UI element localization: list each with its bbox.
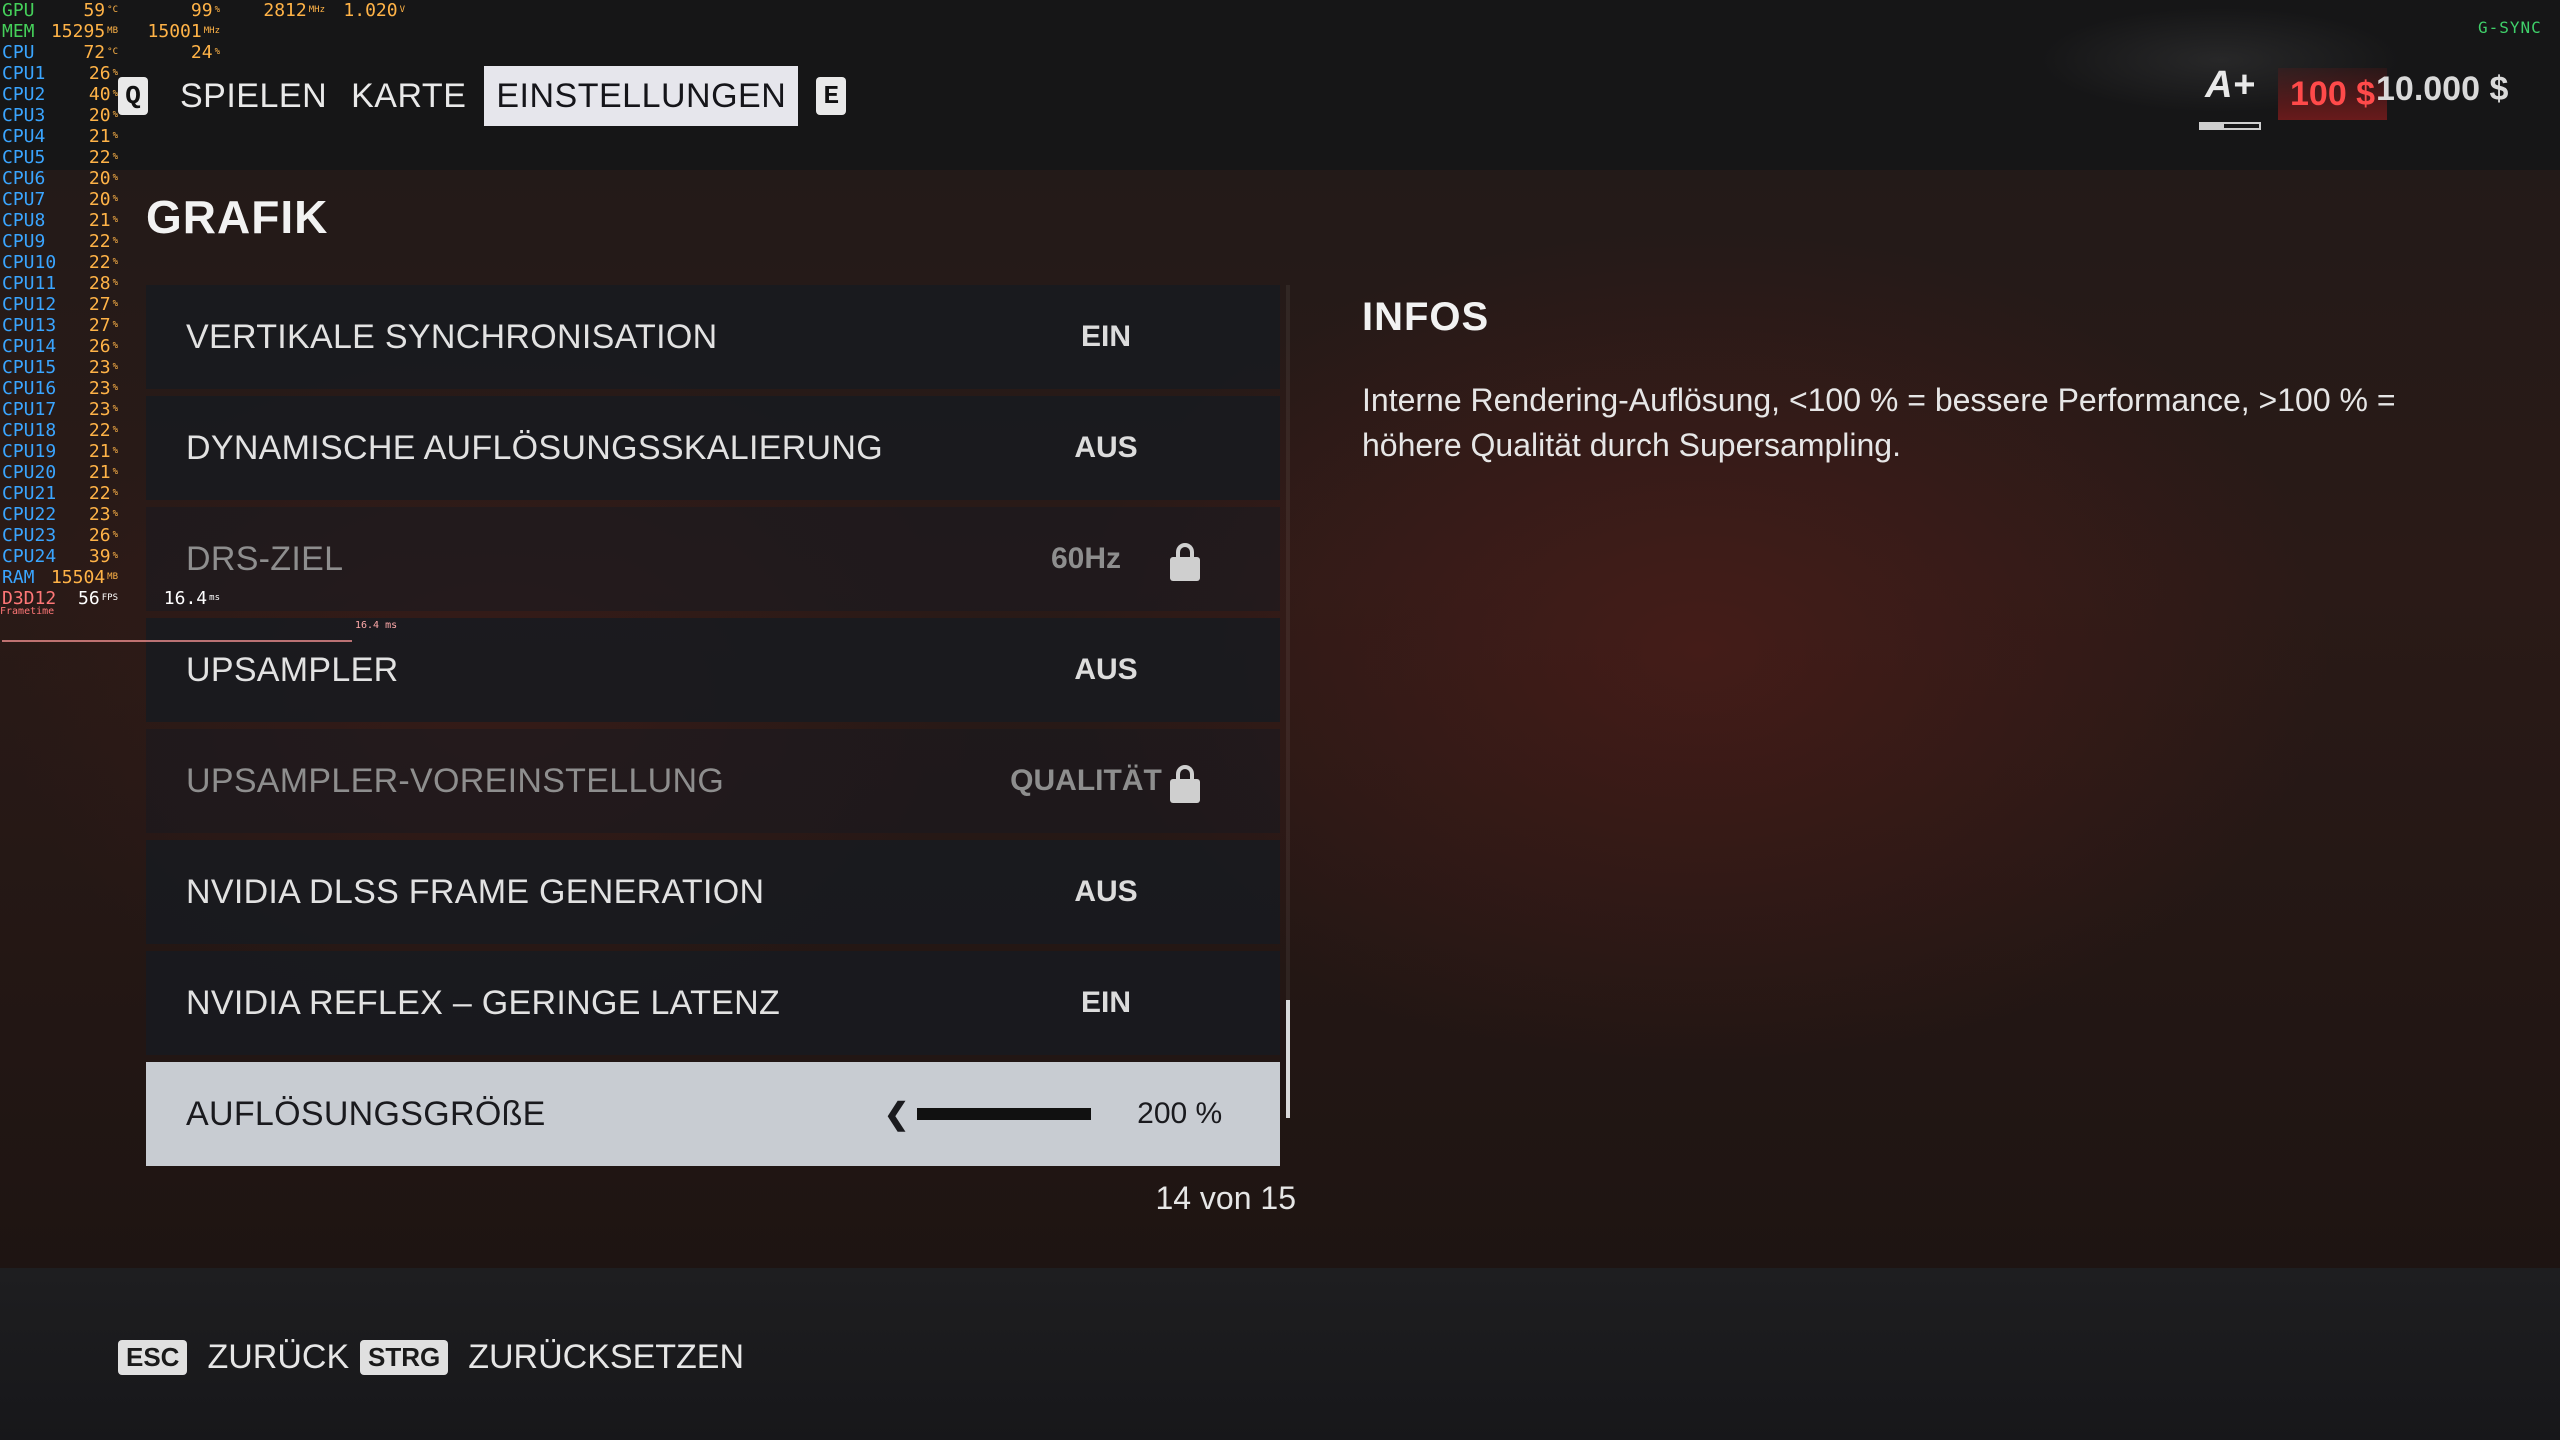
- tab-spielen[interactable]: SPIELEN: [168, 66, 339, 126]
- scrollbar-track[interactable]: [1286, 285, 1290, 1117]
- esc-key: ESC: [118, 1340, 188, 1375]
- osd-value: 21%: [88, 462, 118, 483]
- osd-value: 23%: [88, 504, 118, 525]
- gsync-indicator: G-SYNC: [2478, 18, 2542, 37]
- setting-label: UPSAMPLER: [186, 650, 399, 689]
- info-title: INFOS: [1362, 295, 1490, 339]
- money-total: 10.000 $: [2376, 70, 2509, 108]
- setting-row-drs-target: DRS-ZIEL 60Hz: [146, 507, 1280, 611]
- setting-label: AUFLÖSUNGSGRÖßE: [186, 1094, 546, 1133]
- osd-value: 28%: [88, 273, 118, 294]
- setting-value: EIN: [1080, 320, 1131, 353]
- info-text: Interne Rendering-Auflösung, <100 % = be…: [1362, 382, 2396, 463]
- slider-track[interactable]: [917, 1108, 1092, 1120]
- setting-label: DYNAMISCHE AUFLÖSUNGSSKALIERUNG: [186, 428, 884, 467]
- setting-row-dlss-frame-generation[interactable]: NVIDIA DLSS FRAME GENERATION AUS: [146, 840, 1280, 944]
- lock-icon: [1170, 765, 1200, 803]
- setting-row-upsampler-preset: UPSAMPLER-VOREINSTELLUNG QUALITÄT: [146, 729, 1280, 833]
- osd-value: 59 °C: [83, 0, 118, 21]
- tab-karte[interactable]: KARTE: [339, 66, 478, 126]
- setting-label: DRS-ZIEL: [186, 539, 344, 578]
- chevron-left-icon[interactable]: ❮: [884, 1097, 909, 1132]
- prev-tab-key[interactable]: Q: [118, 77, 148, 115]
- osd-value: 22%: [88, 252, 118, 273]
- setting-label: NVIDIA REFLEX – GERINGE LATENZ: [186, 983, 781, 1022]
- scrollbar-thumb[interactable]: [1286, 1000, 1290, 1118]
- osd-value: 23%: [88, 357, 118, 378]
- setting-row-upsampler[interactable]: UPSAMPLER AUS: [146, 618, 1280, 722]
- osd-value: 26%: [88, 336, 118, 357]
- osd-value: 16.4 ms: [163, 588, 220, 609]
- slider-fill: [917, 1108, 1092, 1120]
- frametime-graph: [2, 640, 352, 642]
- frametime-label: Frametime: [0, 606, 55, 617]
- rating-progress-fill: [2201, 124, 2225, 128]
- osd-value: 40%: [88, 84, 118, 105]
- osd-value: 15001 MHz: [147, 21, 220, 42]
- osd-value: 99%: [190, 0, 220, 21]
- setting-row-reflex[interactable]: NVIDIA REFLEX – GERINGE LATENZ EIN: [146, 951, 1280, 1055]
- osd-value: 22%: [88, 483, 118, 504]
- setting-row-resolution-scale[interactable]: AUFLÖSUNGSGRÖßE ❮ 200 %: [146, 1062, 1280, 1166]
- osd-value: 22%: [88, 420, 118, 441]
- resolution-slider[interactable]: ❮ 200 %: [884, 1062, 1222, 1166]
- reset-label: ZURÜCKSETZEN: [468, 1338, 745, 1376]
- osd-value: 20%: [88, 168, 118, 189]
- settings-list: VERTIKALE SYNCHRONISATION EIN DYNAMISCHE…: [146, 285, 1280, 1173]
- osd-value: 24%: [190, 42, 220, 63]
- osd-value: 21%: [88, 126, 118, 147]
- osd-value: 26%: [88, 63, 118, 84]
- rating-icon: A+: [2205, 64, 2255, 106]
- osd-value: 27%: [88, 294, 118, 315]
- money-change: 100 $: [2278, 68, 2388, 120]
- rating-progress-bar: [2199, 122, 2261, 130]
- osd-value: 15504 MB: [50, 567, 118, 588]
- tab-einstellungen[interactable]: EINSTELLUNGEN: [484, 66, 799, 126]
- osd-value: 15295 MB: [50, 21, 118, 42]
- osd-value: 22%: [88, 231, 118, 252]
- osd-value: 23%: [88, 399, 118, 420]
- osd-value: 22%: [88, 147, 118, 168]
- setting-label: UPSAMPLER-VOREINSTELLUNG: [186, 761, 725, 800]
- osd-value: 27%: [88, 315, 118, 336]
- osd-value: 39%: [88, 546, 118, 567]
- setting-row-dynamic-resolution[interactable]: DYNAMISCHE AUFLÖSUNGSSKALIERUNG AUS: [146, 396, 1280, 500]
- setting-value: AUS: [1074, 431, 1138, 464]
- rating-badge: A+: [2195, 64, 2265, 134]
- setting-value: QUALITÄT: [1010, 764, 1162, 797]
- section-title: GRAFIK: [146, 191, 329, 243]
- slider-value: 200 %: [1137, 1097, 1223, 1130]
- next-tab-key[interactable]: E: [816, 77, 847, 115]
- setting-value: EIN: [1080, 986, 1131, 1019]
- setting-label: VERTIKALE SYNCHRONISATION: [186, 317, 718, 356]
- reset-hint[interactable]: STRG ZURÜCKSETZEN: [360, 1338, 744, 1377]
- osd-value: 26%: [88, 525, 118, 546]
- lock-icon: [1170, 543, 1200, 581]
- ctrl-key: STRG: [360, 1340, 449, 1375]
- osd-value: 23%: [88, 378, 118, 399]
- setting-value: AUS: [1074, 653, 1138, 686]
- setting-value: 60Hz: [1050, 542, 1122, 575]
- osd-value: 20%: [88, 189, 118, 210]
- osd-value: 20%: [88, 105, 118, 126]
- setting-label: NVIDIA DLSS FRAME GENERATION: [186, 872, 765, 911]
- back-label: ZURÜCK: [207, 1338, 350, 1376]
- osd-value: 72 °C: [83, 42, 118, 63]
- back-hint[interactable]: ESC ZURÜCK: [118, 1338, 349, 1377]
- top-nav: Q SPIELEN KARTE EINSTELLUNGEN E: [118, 66, 847, 126]
- frametime-value: 16.4 ms: [355, 620, 398, 631]
- osd-value: 1.020 V: [343, 0, 405, 21]
- osd-value: 21%: [88, 441, 118, 462]
- osd-value: 21%: [88, 210, 118, 231]
- setting-row-vsync[interactable]: VERTIKALE SYNCHRONISATION EIN: [146, 285, 1280, 389]
- item-counter: 14 von 15: [1155, 1180, 1296, 1216]
- setting-value: AUS: [1074, 875, 1138, 908]
